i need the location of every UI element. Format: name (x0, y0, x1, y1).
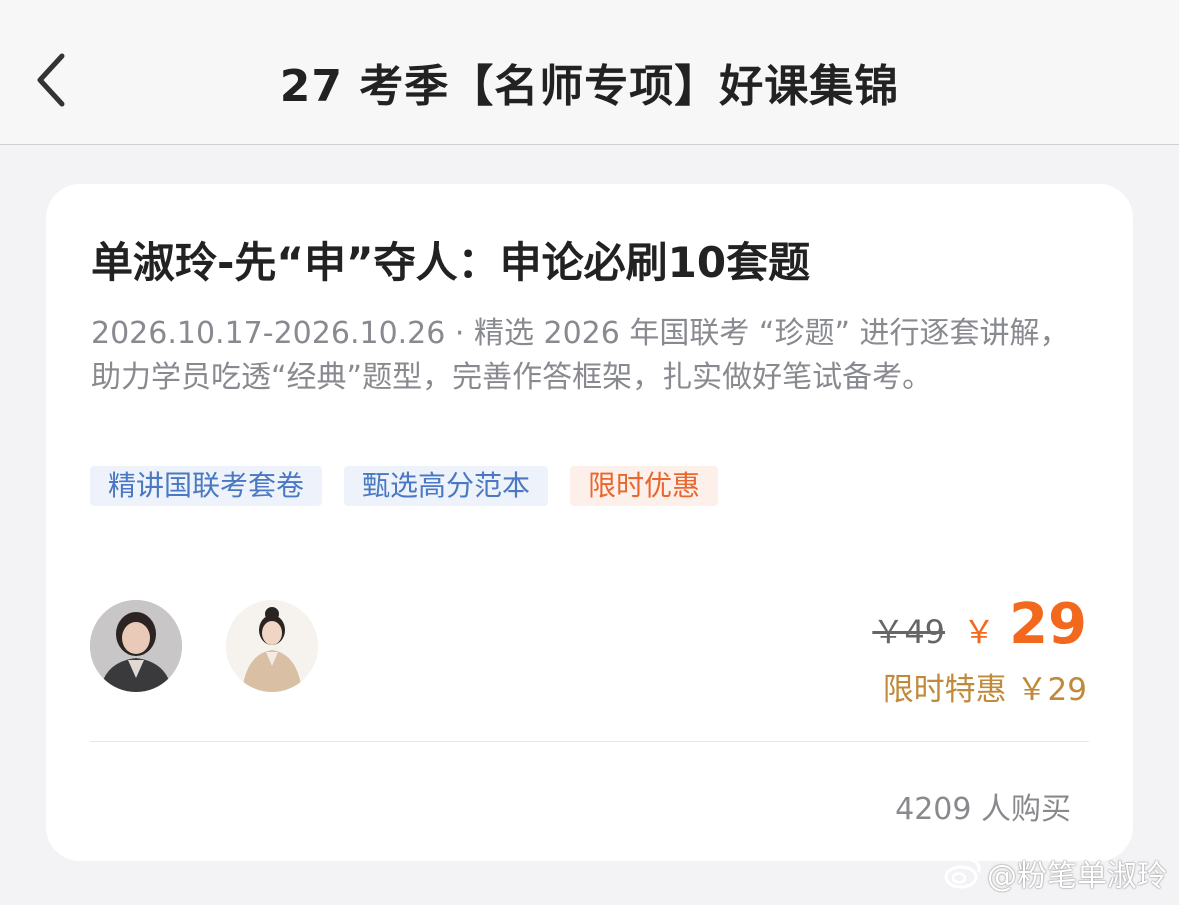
teacher-avatar (226, 600, 318, 692)
course-tags: 精讲国联考套卷 甄选高分范本 限时优惠 (90, 466, 719, 506)
navigation-bar: 27 考季【名师专项】好课集锦 (0, 0, 1179, 145)
course-title: 单淑玲-先“申”夺人：申论必刷10套题 (91, 238, 811, 287)
teacher-avatar (90, 600, 182, 692)
watermark-text: @粉笔单淑玲 (987, 859, 1167, 894)
currency-symbol: ￥ (963, 613, 996, 651)
divider (90, 741, 1089, 742)
watermark: @粉笔单淑玲 (943, 851, 1167, 895)
buyer-count: 4209 人购买 (895, 792, 1071, 827)
current-price: 29 (1009, 592, 1087, 657)
course-card[interactable]: 单淑玲-先“申”夺人：申论必刷10套题 2026.10.17-2026.10.2… (46, 184, 1133, 861)
weibo-logo-icon (944, 858, 981, 889)
tag-course-type: 精讲国联考套卷 (90, 466, 323, 506)
tag-limited-offer: 限时优惠 (570, 466, 719, 506)
promo-price-label: 限时特惠 ￥29 (882, 672, 1087, 708)
original-price: ￥49 (872, 613, 946, 651)
tag-sample-essays: 甄选高分范本 (344, 466, 549, 506)
page-title: 27 考季【名师专项】好课集锦 (279, 61, 900, 112)
course-description: 2026.10.17-2026.10.26 · 精选 2026 年国联考 “珍题… (91, 316, 1070, 395)
teacher-portrait-icon (226, 600, 318, 692)
teacher-portrait-icon (90, 600, 182, 692)
price-row: ￥49 ￥ 29 (872, 592, 1087, 657)
